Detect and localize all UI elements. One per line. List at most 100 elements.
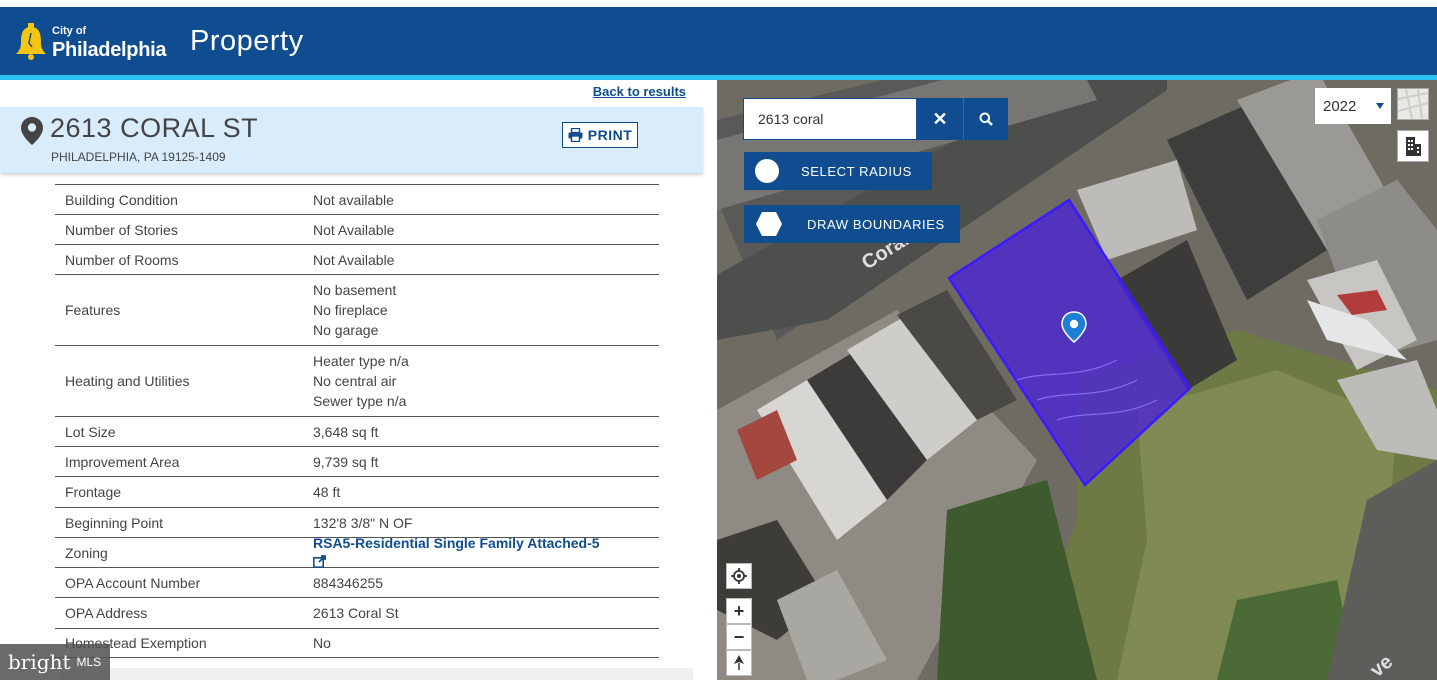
logo-name-text: Philadelphia	[52, 39, 167, 61]
value-line: 3,648 sq ft	[313, 423, 379, 440]
table-row: Number of Rooms Not Available	[55, 244, 659, 274]
value-line: No central air	[313, 373, 397, 389]
zoning-link[interactable]: RSA5-Residential Single Family Attached-…	[313, 533, 659, 573]
value-line: Not available	[313, 191, 394, 208]
circle-icon	[755, 159, 779, 183]
row-value: Not available	[313, 185, 659, 214]
row-label: OPA Account Number	[65, 574, 201, 591]
zoom-out-button[interactable]: −	[726, 624, 752, 650]
bright-brand: bright	[8, 650, 71, 674]
value-line: Heater type n/a	[313, 353, 409, 369]
print-label: PRINT	[587, 127, 633, 143]
table-row: Lot Size 3,648 sq ft	[55, 416, 659, 446]
row-value: No	[313, 629, 659, 657]
locate-icon	[731, 568, 747, 584]
logo-city-text: City of	[52, 25, 87, 37]
pictometry-button[interactable]	[1397, 130, 1429, 162]
row-value: RSA5-Residential Single Family Attached-…	[313, 535, 659, 568]
table-row: Frontage 48 ft	[55, 476, 659, 507]
table-row: Features No basement No fireplace No gar…	[55, 274, 659, 345]
row-label: Beginning Point	[65, 514, 164, 531]
row-value: 3,648 sq ft	[313, 417, 659, 446]
app-title: Property	[190, 25, 304, 57]
row-value: 48 ft	[313, 477, 659, 507]
property-details-table: Building Condition Not available Number …	[55, 184, 659, 658]
close-icon: ✕	[932, 108, 948, 129]
zoning-link-text: RSA5-Residential Single Family Attached-…	[313, 534, 600, 551]
city-logo[interactable]: City of Philadelphia	[14, 21, 174, 73]
row-label: Number of Rooms	[65, 251, 179, 268]
map-search-input[interactable]: 2613 coral	[743, 98, 917, 140]
value-line: Not Available	[313, 251, 395, 268]
printer-icon	[568, 128, 583, 142]
select-radius-label: SELECT RADIUS	[801, 163, 912, 179]
value-line: 2613 Coral St	[313, 605, 399, 621]
select-radius-button[interactable]: SELECT RADIUS	[744, 152, 932, 190]
search-button[interactable]	[963, 98, 1008, 140]
bright-mls-watermark: bright MLS	[0, 644, 110, 680]
zoom-out-icon: −	[733, 626, 745, 647]
liberty-bell-icon	[16, 23, 46, 60]
row-value: 2613 Coral St	[313, 598, 659, 628]
row-label: Lot Size	[65, 423, 116, 440]
table-row: Improvement Area 9,739 sq ft	[55, 446, 659, 476]
compass-icon	[734, 655, 744, 670]
location-pin-icon	[21, 117, 43, 145]
hexagon-icon	[756, 212, 782, 236]
draw-boundaries-button[interactable]: DRAW BOUNDARIES	[744, 205, 960, 243]
table-row: OPA Account Number 884346255	[55, 567, 659, 597]
year-value: 2022	[1323, 97, 1357, 115]
building-icon	[1406, 137, 1421, 156]
row-value: 9,739 sq ft	[313, 447, 659, 476]
basemap-toggle[interactable]	[1397, 88, 1429, 120]
print-button[interactable]: PRINT	[562, 122, 638, 148]
compass-button[interactable]	[726, 650, 752, 676]
top-strip	[0, 0, 1437, 7]
street-map-thumbnail-icon	[1397, 88, 1429, 120]
search-icon	[979, 112, 993, 126]
row-value: 884346255	[313, 568, 659, 597]
value-line: No garage	[313, 322, 379, 338]
address-card: 2613 CORAL ST PHILADELPHIA, PA 19125-140…	[0, 107, 703, 173]
value-line: No basement	[313, 282, 397, 298]
row-label: Frontage	[65, 484, 122, 500]
draw-boundaries-label: DRAW BOUNDARIES	[807, 216, 945, 232]
table-row: Zoning RSA5-Residential Single Family At…	[55, 535, 659, 568]
value-line: No fireplace	[313, 302, 388, 318]
app-header: City of Philadelphia Property	[0, 7, 1437, 75]
value-line: Not Available	[313, 221, 395, 238]
row-label: Number of Stories	[65, 221, 178, 238]
external-link-icon	[313, 554, 326, 568]
table-row: Homestead Exemption No	[55, 628, 659, 658]
value-line: No	[313, 635, 331, 651]
table-row: Number of Stories Not Available	[55, 214, 659, 244]
value-line: 9,739 sq ft	[313, 453, 379, 470]
row-label: Building Condition	[65, 191, 178, 208]
value-line: 132'8 3/8" N OF	[313, 514, 413, 531]
value-line: 884346255	[313, 574, 384, 591]
property-details-panel: Back to results 2613 CORAL ST PHILADELPH…	[0, 80, 717, 680]
property-address: 2613 CORAL ST	[50, 113, 259, 143]
table-row: OPA Address 2613 Coral St	[55, 597, 659, 628]
next-section-bar	[60, 668, 693, 680]
row-value: Not Available	[313, 245, 659, 274]
imagery-year-select[interactable]: 2022	[1315, 88, 1391, 124]
back-to-results-link[interactable]: Back to results	[593, 84, 686, 99]
property-city-line: PHILADELPHIA, PA 19125-1409	[51, 150, 226, 164]
aerial-map[interactable]: Coral ve 2613 coral ✕ SELECT RADIUS DRAW…	[717, 80, 1437, 680]
mls-suffix: MLS	[76, 655, 102, 669]
dropdown-arrow-icon	[1376, 103, 1384, 109]
value-line: 48 ft	[313, 484, 341, 500]
row-label: Improvement Area	[65, 453, 180, 470]
locate-button[interactable]	[726, 563, 752, 589]
row-value: No basement No fireplace No garage	[313, 275, 659, 345]
row-label: Zoning	[65, 544, 108, 561]
row-value: Not Available	[313, 215, 659, 244]
row-label: Features	[65, 302, 121, 318]
row-value: Heater type n/a No central air Sewer typ…	[313, 346, 659, 416]
zoom-in-button[interactable]: +	[726, 598, 752, 624]
clear-search-button[interactable]: ✕	[917, 98, 963, 140]
zoom-in-icon: +	[733, 600, 745, 621]
row-label: OPA Address	[65, 605, 148, 621]
table-row: Building Condition Not available	[55, 184, 659, 214]
